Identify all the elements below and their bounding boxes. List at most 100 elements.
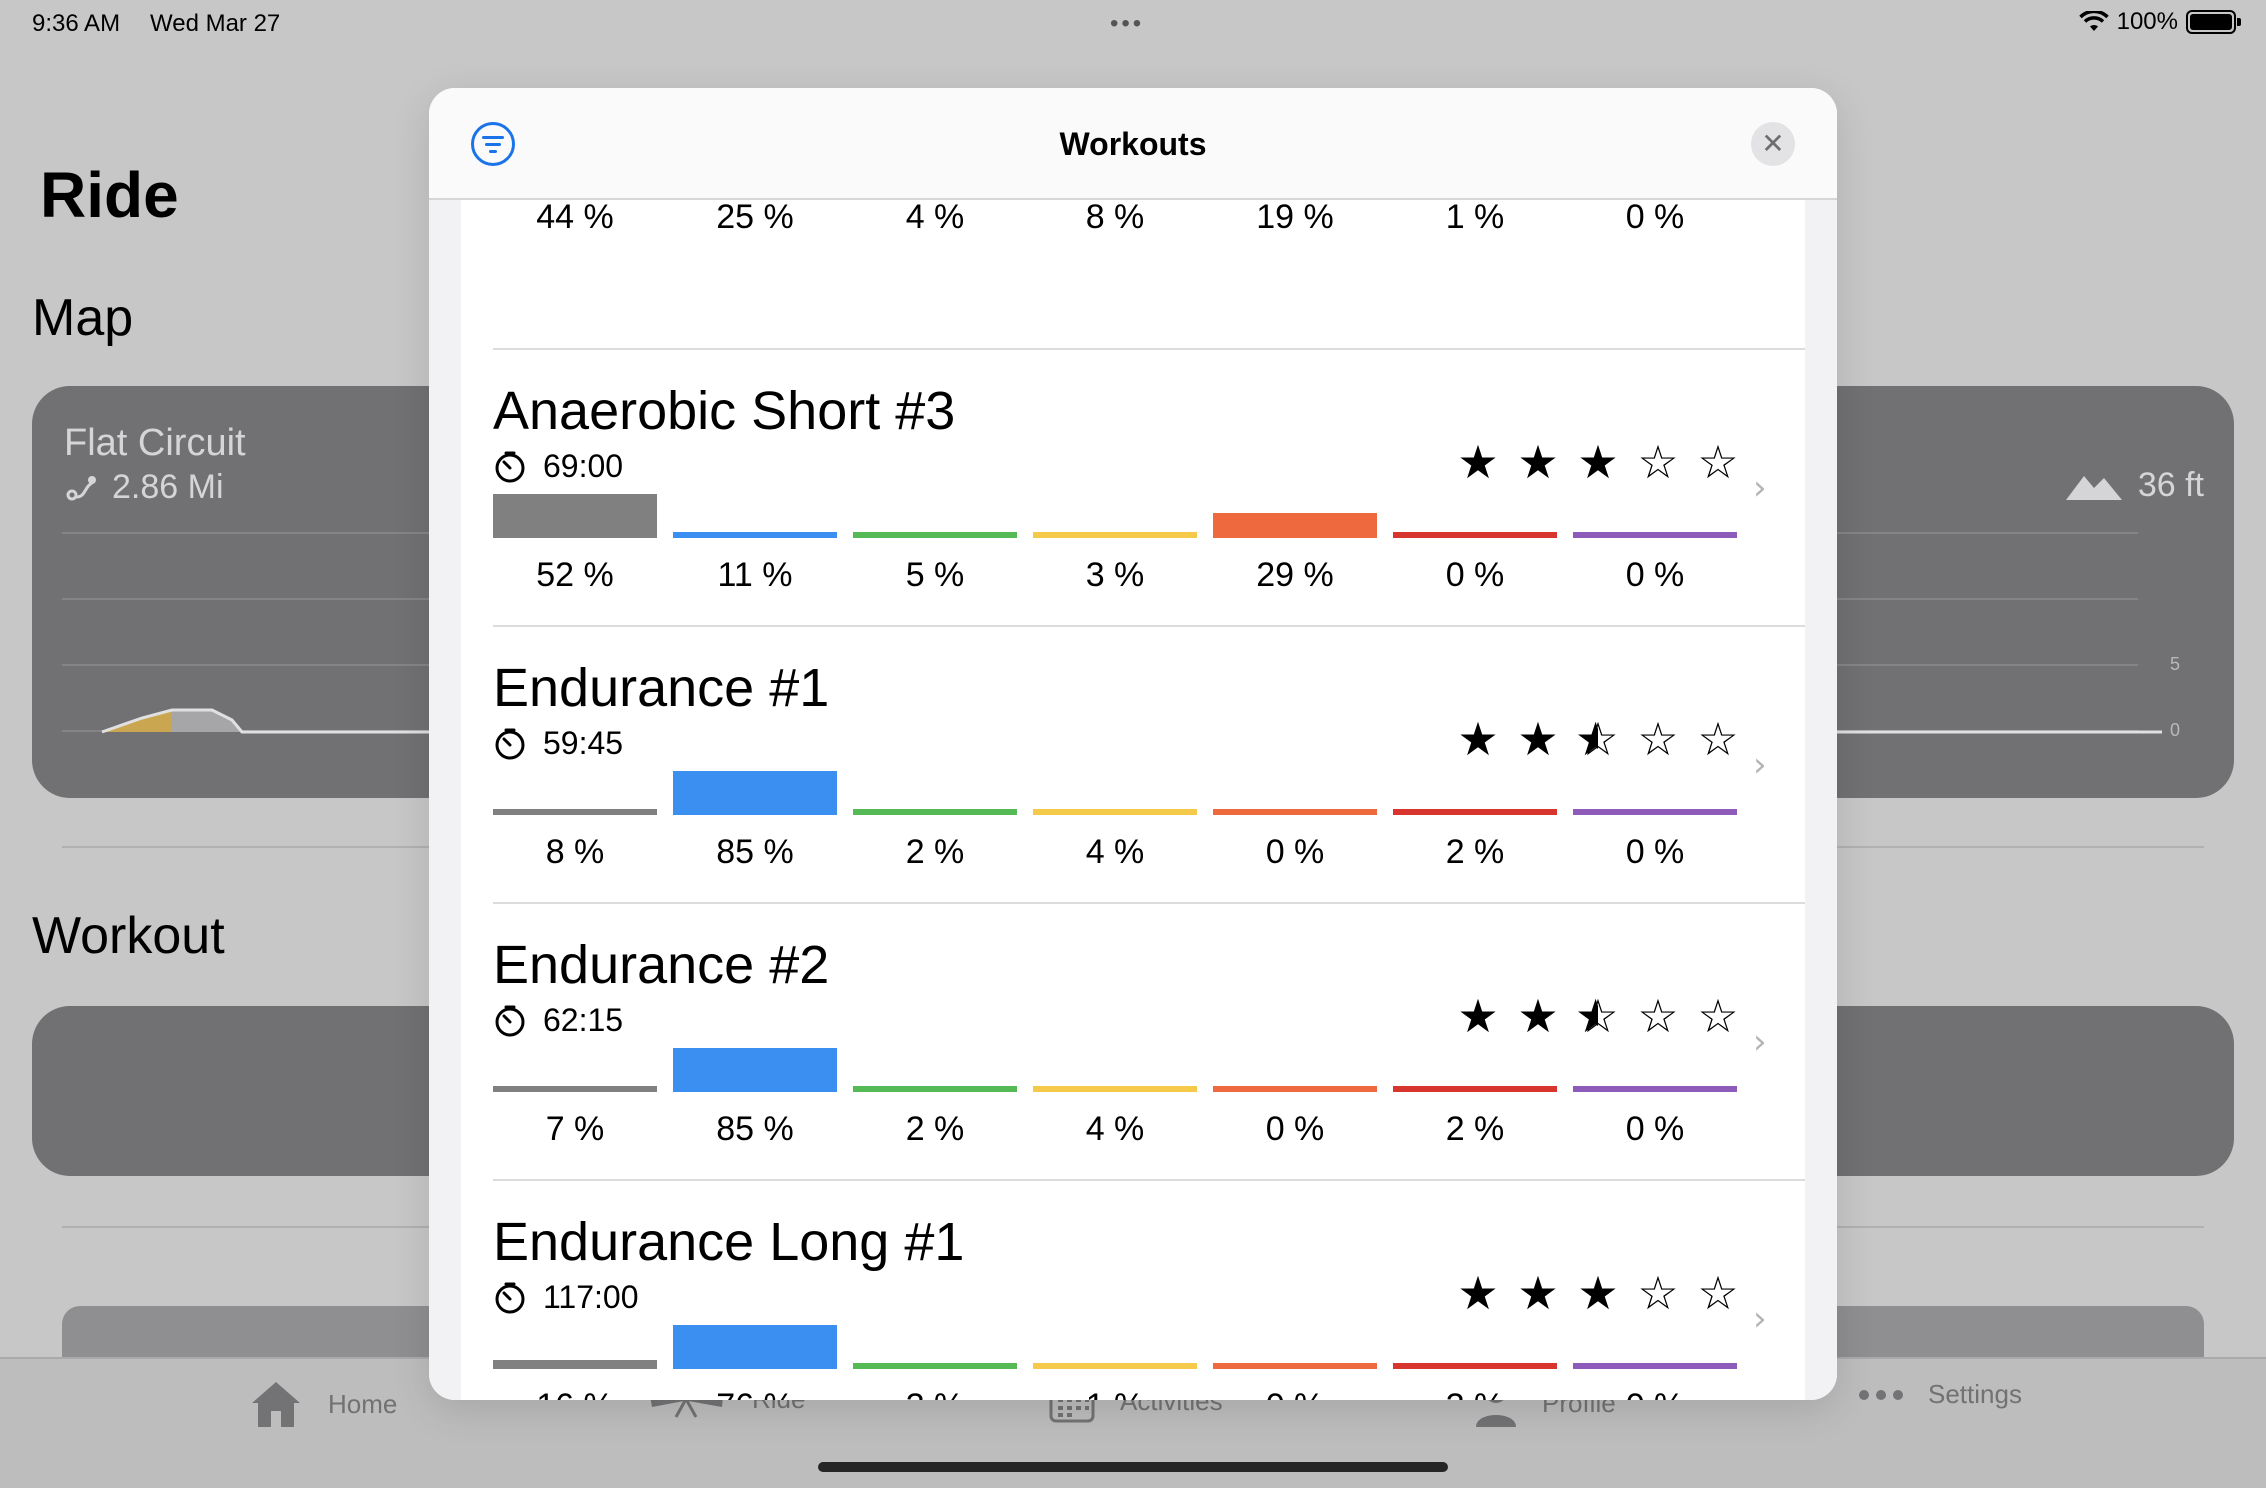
zone-bar	[1213, 1363, 1377, 1369]
chevron-right-icon[interactable]: ›	[1753, 1022, 1767, 1062]
page-title: Ride	[40, 159, 179, 231]
home-indicator[interactable]	[818, 1462, 1448, 1472]
chevron-right-icon[interactable]: ›	[1753, 745, 1767, 785]
zone-percent: 16 %	[493, 1387, 657, 1400]
workout-row[interactable]: Anaerobic Short #3 69:00 ★ ★ ★ ☆ ☆ › 52 % 11 % 5 %…	[493, 350, 1805, 627]
zone-percent: 0 %	[1573, 1387, 1737, 1400]
zone-percent: 85 %	[716, 1110, 794, 1148]
zone-percent: 76 %	[673, 1387, 837, 1400]
zone-bar	[673, 532, 837, 538]
zone-percent: 85 %	[716, 833, 794, 871]
zone-percent: 52 %	[536, 556, 614, 594]
chevron-right-icon[interactable]: ›	[1753, 1299, 1767, 1339]
star-empty-icon: ☆	[1697, 1266, 1739, 1320]
zone-percent: 2 %	[905, 1110, 965, 1148]
battery-percent: 100%	[2116, 8, 2178, 35]
zone-percent: 4 %	[1085, 1110, 1145, 1148]
zone-bar	[1393, 1086, 1557, 1092]
star-filled-icon: ★	[1517, 989, 1559, 1043]
zone-percent: 0 %	[1625, 198, 1685, 236]
stopwatch-icon	[495, 451, 525, 482]
star-filled-icon: ★	[1577, 435, 1619, 489]
star-filled-icon: ★	[1457, 435, 1499, 489]
zone-percent: 0 %	[1445, 556, 1505, 594]
zone-percent: 0 %	[1625, 556, 1685, 594]
zone-percent: 19 %	[1256, 198, 1334, 236]
star-filled-icon: ★	[1517, 1266, 1559, 1320]
zone-bar	[673, 1325, 837, 1369]
tab-home[interactable]: Home	[248, 1379, 397, 1429]
workout-duration: 62:15	[543, 1002, 624, 1038]
zone-bar	[1213, 809, 1377, 815]
mountain-icon	[2065, 475, 2122, 500]
zone-percent: 8 %	[545, 833, 605, 871]
difficulty-rating: ★ ★ ☆ ★ ☆ ☆	[1455, 992, 1741, 1040]
tab-home-label: Home	[328, 1388, 398, 1419]
workout-row[interactable]: Endurance Long #1 117:00 ★ ★ ★ ☆ ☆ › 16 % 76 % 3 %…	[493, 1181, 1805, 1400]
zone-bar	[1393, 532, 1557, 538]
zone-bar	[1033, 809, 1197, 815]
route-distance: 2.86 Mi	[112, 468, 224, 506]
zone-percent: 0 %	[1265, 833, 1325, 871]
zone-bar	[493, 1086, 657, 1092]
modal-header: Workouts ✕	[429, 88, 1837, 200]
elevation-row: 36 ft	[2064, 466, 2204, 505]
star-half-icon: ☆ ★	[1575, 712, 1619, 766]
route-distance-row: 2.86 Mi	[64, 468, 224, 507]
workout-list[interactable]: 44 % 25 % 4 % 8 % 19 % 1 % 0 % Anaerobic Short…	[493, 198, 1805, 1400]
chevron-right-icon[interactable]: ›	[1753, 468, 1767, 508]
star-empty-icon: ☆	[1637, 989, 1679, 1043]
zone-percent: 2 %	[1445, 1110, 1505, 1148]
workout-name: Endurance #2	[493, 935, 830, 995]
zone-bar	[853, 1363, 1017, 1369]
difficulty-rating: ★ ★ ★ ☆ ☆	[1455, 438, 1741, 486]
zone-percent: 5 %	[905, 556, 965, 594]
workouts-modal: Workouts ✕ 44 % 25 % 4 % 8 % 19 % 1 % 0 % Anae…	[429, 88, 1837, 1400]
zone-percent: 0 %	[1625, 833, 1685, 871]
zone-percent: 0 %	[1625, 1110, 1685, 1148]
zone-bar	[1213, 1086, 1377, 1092]
zone-percent: 25 %	[716, 198, 794, 236]
star-filled-icon: ★	[1457, 1266, 1499, 1320]
star-empty-icon: ☆	[1697, 989, 1739, 1043]
house-icon	[252, 1382, 300, 1427]
status-time: 9:36 AM	[32, 10, 121, 37]
status-date: Wed Mar 27	[150, 10, 281, 37]
workout-row[interactable]: Endurance #2 62:15 ★ ★ ☆ ★ ☆ ☆ › 7 % 85 % 2 % 4 % 0 %…	[493, 904, 1805, 1181]
star-filled-icon: ★	[1517, 712, 1559, 766]
zone-percent: 7 %	[545, 1110, 605, 1148]
workout-name: Endurance Long #1	[493, 1212, 965, 1272]
zone-percent: 11 %	[717, 556, 793, 594]
difficulty-rating: ★ ★ ☆ ★ ☆ ☆	[1455, 715, 1741, 763]
workout-name: Endurance #1	[493, 658, 830, 718]
zone-percent: 2 %	[1445, 833, 1505, 871]
zone-bar	[1393, 809, 1557, 815]
multitasking-dots-icon[interactable]: •••	[1110, 10, 1144, 38]
star-filled-icon: ★	[1517, 435, 1559, 489]
workout-name: Anaerobic Short #3	[493, 381, 956, 441]
zone-bar	[493, 1360, 657, 1369]
close-button[interactable]: ✕	[1751, 122, 1795, 166]
zone-bar	[1033, 1086, 1197, 1092]
axis-label-5: 5	[2169, 654, 2180, 674]
zone-bar	[1573, 1363, 1737, 1369]
zone-bar	[853, 809, 1017, 815]
workout-duration-row: 69:00	[493, 448, 623, 485]
tab-settings[interactable]: Settings	[1858, 1379, 2022, 1410]
zone-bar	[493, 809, 657, 815]
workout-duration: 69:00	[543, 448, 624, 484]
zone-bar	[1033, 532, 1197, 538]
status-indicators: 100%	[2078, 8, 2241, 36]
zone-bar	[1033, 1363, 1197, 1369]
zone-bar	[1573, 532, 1737, 538]
zone-bar	[853, 1086, 1017, 1092]
route-name: Flat Circuit	[64, 422, 246, 464]
zone-bar	[673, 771, 837, 815]
ellipsis-icon	[1859, 1389, 1903, 1400]
workout-duration-row: 62:15	[493, 1002, 623, 1039]
zone-percent: 0 %	[1265, 1110, 1325, 1148]
workout-row-partial[interactable]: 44 % 25 % 4 % 8 % 19 % 1 % 0 %	[493, 198, 1805, 350]
workout-row[interactable]: Endurance #1 59:45 ★ ★ ☆ ★ ☆ ☆ › 8 % 85 % 2 % 4 % 0 %…	[493, 627, 1805, 904]
zone-bar	[1213, 513, 1377, 538]
star-empty-icon: ☆	[1637, 435, 1679, 489]
